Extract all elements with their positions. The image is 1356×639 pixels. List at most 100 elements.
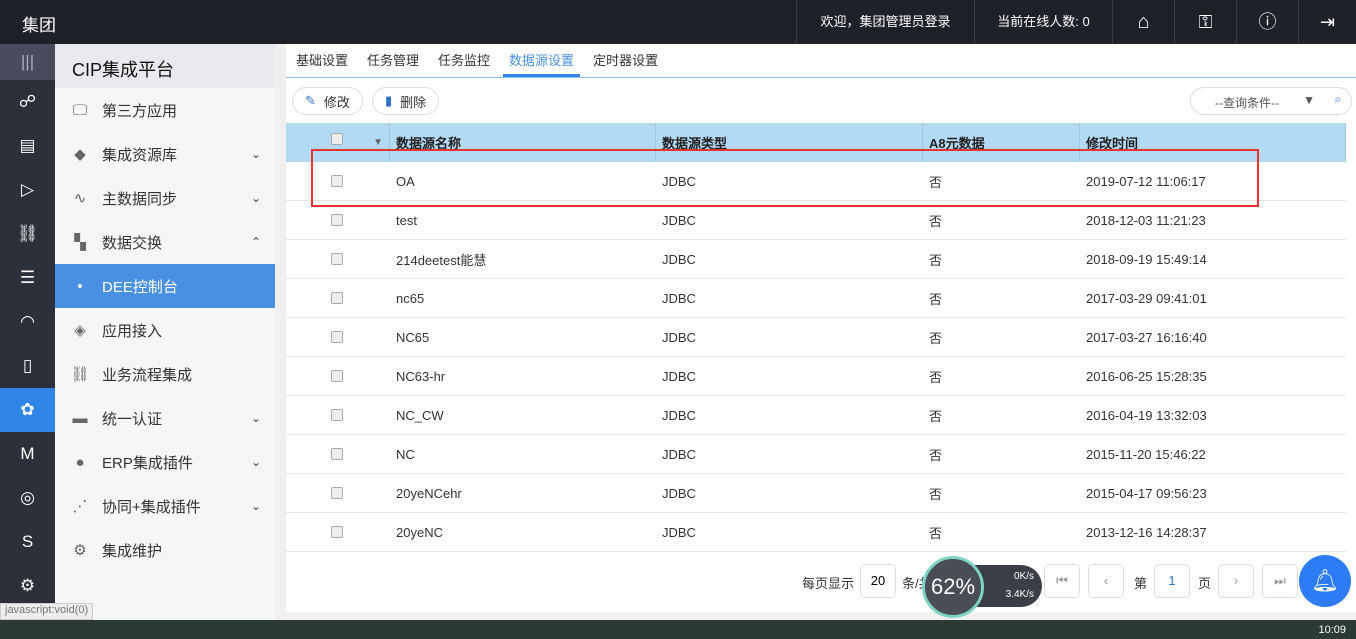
sidebar-item-label: 协同+集成插件 — [102, 498, 201, 516]
settings-panel-icon[interactable]: ▤ — [0, 124, 55, 168]
cell: NC — [396, 446, 415, 462]
chevron-icon[interactable]: ⌄ — [251, 499, 261, 513]
row-select-cell — [286, 279, 390, 317]
row-checkbox[interactable] — [331, 253, 343, 265]
s-icon[interactable]: S — [0, 520, 55, 564]
table-row[interactable]: NC65 JDBC 否 2017-03-27 16:16:40 — [286, 318, 1346, 357]
cell: JDBC — [662, 368, 696, 384]
last-page-button[interactable]: ⏭ — [1262, 564, 1298, 598]
cell: test — [396, 212, 417, 228]
sidebar-item-label: ERP集成插件 — [102, 454, 193, 472]
org-icon[interactable]: ☍ — [0, 80, 55, 124]
key-icon[interactable]: ⚿ — [1174, 0, 1236, 44]
sidebar-item-label: 第三方应用 — [102, 102, 178, 120]
row-select-cell — [286, 474, 390, 512]
wechat-icon[interactable]: ◎ — [0, 476, 55, 520]
sidebar-item-7[interactable]: ▬ 统一认证 ⌄ — [55, 396, 275, 440]
status-bar-url: javascript:void(0) — [0, 603, 94, 620]
prev-page-button[interactable]: ‹ — [1088, 564, 1124, 598]
per-page-input[interactable]: 20 — [860, 564, 896, 598]
first-page-button[interactable]: ⏮ — [1044, 564, 1080, 598]
cell: JDBC — [662, 407, 696, 423]
table-row[interactable]: nc65 JDBC 否 2017-03-29 09:41:01 — [286, 279, 1346, 318]
cell: 2013-12-16 14:28:37 — [1086, 524, 1207, 540]
cell: 214deetest能慧 — [396, 252, 487, 268]
sidebar-item-5[interactable]: ◈ 应用接入 — [55, 308, 275, 352]
m-icon[interactable]: M — [0, 432, 55, 476]
sidebar-item-9[interactable]: ⋰ 协同+集成插件 ⌄ — [55, 484, 275, 528]
cell: JDBC — [662, 329, 696, 345]
cell: JDBC — [662, 446, 696, 462]
exchange-icon: ▚ — [74, 234, 86, 251]
sidebar-item-2[interactable]: ∿ 主数据同步 ⌄ — [55, 176, 275, 220]
sidebar-item-8[interactable]: ● ERP集成插件 ⌄ — [55, 440, 275, 484]
document-icon[interactable]: ▯ — [0, 344, 55, 388]
gear-icon[interactable]: ⚙ — [0, 564, 55, 608]
sidebar-item-6[interactable]: ⛓ 业务流程集成 — [55, 352, 275, 396]
table-row[interactable]: NC JDBC 否 2015-11-20 15:46:22 — [286, 435, 1346, 474]
cell: 否 — [929, 486, 943, 502]
tab-2[interactable]: 任务监控 — [432, 44, 496, 77]
chevron-icon[interactable]: ⌄ — [251, 191, 261, 205]
cell: JDBC — [662, 290, 696, 306]
cell: JDBC — [662, 524, 696, 540]
delete-button[interactable]: ▮ 删除 — [372, 87, 440, 115]
tab-4[interactable]: 定时器设置 — [587, 44, 664, 77]
welcome-text: 欢迎，集团管理员登录 — [796, 0, 974, 44]
table-row[interactable]: 20yeNC JDBC 否 2013-12-16 14:28:37 — [286, 513, 1346, 552]
sidebar-item-1[interactable]: ◆ 集成资源库 ⌄ — [55, 132, 275, 176]
page-input[interactable]: 1 — [1154, 564, 1190, 598]
bell-icon[interactable]: 🔔︎ — [1299, 555, 1351, 607]
next-page-button[interactable]: › — [1218, 564, 1254, 598]
database-icon[interactable]: ☰ — [0, 256, 55, 300]
integration-icon[interactable]: ✿ — [0, 388, 55, 432]
edit-button[interactable]: ✎ 修改 — [292, 87, 363, 115]
row-checkbox[interactable] — [331, 409, 343, 421]
chevron-icon[interactable]: ⌄ — [251, 147, 261, 161]
monitor-icon: 🖵︎ — [72, 101, 88, 119]
row-checkbox[interactable] — [331, 214, 343, 226]
menu-toggle-icon[interactable]: ||| — [0, 44, 55, 80]
help-icon[interactable]: ⓘ — [1236, 0, 1298, 44]
logout-icon[interactable]: ⇥ — [1298, 0, 1356, 44]
sidebar-item-label: 业务流程集成 — [102, 366, 193, 384]
sort-caret-icon[interactable]: ▼ — [373, 137, 383, 148]
table-row[interactable]: NC_CW JDBC 否 2016-04-19 13:32:03 — [286, 396, 1346, 435]
row-checkbox[interactable] — [331, 331, 343, 343]
row-checkbox[interactable] — [331, 487, 343, 499]
share-icon: ⋰ — [72, 498, 88, 515]
sidebar-title: CIP集成平台 — [55, 44, 275, 88]
sidebar-item-3[interactable]: ▚ 数据交换 ⌃ — [55, 220, 275, 264]
sidebar-item-10[interactable]: ⚙ 集成维护 — [55, 528, 275, 572]
row-select-cell — [286, 435, 390, 473]
chevron-icon[interactable]: ⌄ — [251, 411, 261, 425]
cell: NC65 — [396, 329, 430, 345]
top-bar: 集团 欢迎，集团管理员登录 当前在线人数: 0 ⌂ ⚿ ⓘ ⇥ — [0, 0, 1356, 44]
sidebar-item-4[interactable]: • DEE控制台 — [55, 264, 275, 308]
tab-0[interactable]: 基础设置 — [290, 44, 354, 77]
sidebar-item-0[interactable]: 🖵︎ 第三方应用 — [55, 88, 275, 132]
tab-3[interactable]: 数据源设置 — [503, 44, 581, 77]
file-delete-icon: ▮ — [385, 93, 393, 108]
row-checkbox[interactable] — [331, 370, 343, 382]
dashboard-icon[interactable]: ◠ — [0, 300, 55, 344]
table-row[interactable]: 20yeNCehr JDBC 否 2015-04-17 09:56:23 — [286, 474, 1346, 513]
erp-icon: ● — [75, 453, 85, 471]
chevron-icon[interactable]: ⌄ — [251, 455, 261, 469]
row-checkbox[interactable] — [331, 448, 343, 460]
tab-1[interactable]: 任务管理 — [361, 44, 425, 77]
row-checkbox[interactable] — [331, 292, 343, 304]
query-condition-select[interactable]: --查询条件-- ▼ ⌕ — [1190, 87, 1352, 115]
search-icon[interactable]: ⌕ — [1334, 92, 1341, 107]
link-icon[interactable]: ⛓ — [0, 212, 55, 256]
chevron-icon[interactable]: ⌃ — [251, 235, 261, 249]
home-icon[interactable]: ⌂ — [1112, 0, 1174, 44]
flow-icon[interactable]: ▷ — [0, 168, 55, 212]
cpu-gauge[interactable]: 62% — [922, 556, 984, 618]
table-row[interactable]: NC63-hr JDBC 否 2016-06-25 15:28:35 — [286, 357, 1346, 396]
taskbar-clock: 10:09 — [1318, 624, 1346, 636]
select-all-checkbox[interactable] — [331, 133, 343, 145]
table-row[interactable]: 214deetest能慧 JDBC 否 2018-09-19 15:49:14 — [286, 240, 1346, 279]
taskbar: 10:09 — [0, 620, 1356, 639]
row-checkbox[interactable] — [331, 526, 343, 538]
